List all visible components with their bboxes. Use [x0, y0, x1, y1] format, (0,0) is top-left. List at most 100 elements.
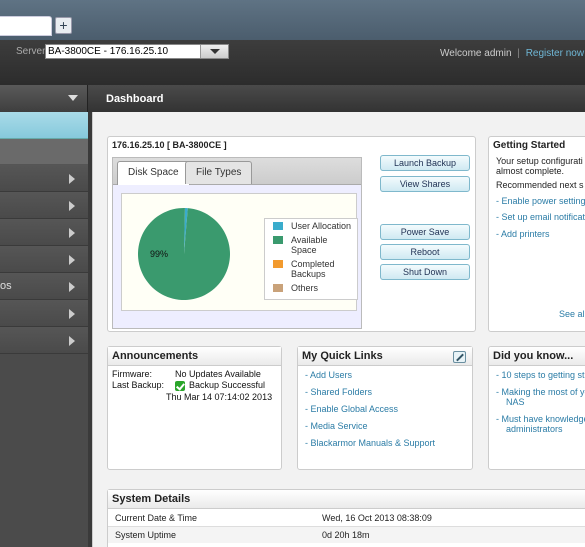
pie-data-label: 99%: [150, 249, 168, 259]
success-check-icon: [175, 381, 185, 391]
legend-item: Completed Backups: [269, 259, 353, 279]
announcements-title: Announcements: [108, 347, 281, 366]
legend-label: Completed Backups: [291, 259, 335, 279]
legend-item: Others: [269, 283, 353, 293]
server-panel: 176.16.25.10 [ BA-3800CE ] Disk Space Fi…: [107, 136, 476, 332]
sidebar: os: [0, 112, 88, 547]
sidebar-item[interactable]: [0, 246, 88, 273]
chevron-right-icon: [69, 228, 75, 238]
shut-down-button[interactable]: Shut Down: [380, 264, 470, 280]
welcome-text: Welcome admin: [440, 48, 512, 59]
sidebar-item-active[interactable]: [0, 112, 88, 139]
title-bar: Dashboard: [0, 85, 585, 112]
chevron-right-icon: [69, 309, 75, 319]
legend-item: User Allocation: [269, 221, 353, 231]
chart-legend: User Allocation Available Space Completed …: [264, 218, 358, 300]
sidebar-item[interactable]: os: [0, 273, 88, 300]
legend-swatch: [273, 284, 283, 292]
row-value: Wed, 16 Oct 2013 08:38:09: [322, 513, 432, 523]
see-all-link[interactable]: See all: [559, 309, 585, 319]
dyk-link-knowledge[interactable]: - Must have knowledge: [496, 414, 585, 424]
quick-links-title: My Quick Links: [298, 347, 472, 366]
quick-link-global-access[interactable]: - Enable Global Access: [305, 404, 398, 414]
sidebar-subitem[interactable]: [0, 139, 88, 165]
chevron-right-icon: [69, 174, 75, 184]
recommended-text: Recommended next s: [496, 180, 584, 190]
table-row: Current Date & Time Wed, 16 Oct 2013 08:…: [108, 510, 585, 526]
sidebar-header[interactable]: [0, 85, 88, 112]
getting-started-title: Getting Started: [493, 140, 566, 151]
row-value: 0d 20h 18m: [322, 530, 370, 540]
sidebar-item[interactable]: [0, 165, 88, 192]
getting-started-line: almost complete.: [496, 166, 565, 176]
firmware-value: No Updates Available: [175, 369, 261, 379]
browser-tab-strip: +: [0, 0, 585, 40]
tab-strip: Disk Space File Types: [113, 158, 361, 185]
new-tab-button[interactable]: +: [55, 17, 72, 34]
quick-link-shared-folders[interactable]: - Shared Folders: [305, 387, 372, 397]
chevron-right-icon: [69, 282, 75, 292]
did-you-know-title: Did you know...: [489, 347, 585, 366]
getting-started-text: Your setup configurati almost complete. …: [496, 156, 585, 190]
dyk-link-administrators[interactable]: administrators: [506, 424, 563, 434]
dyk-link-nas[interactable]: NAS: [506, 397, 525, 407]
welcome-area: Welcome admin | Register now: [440, 48, 584, 59]
system-details-panel: System Details Current Date & Time Wed, …: [107, 489, 585, 547]
view-shares-button[interactable]: View Shares: [380, 176, 470, 192]
announcements-panel: Announcements Firmware: No Updates Avail…: [107, 346, 282, 470]
getting-started-panel: Getting Started Your setup configurati a…: [488, 136, 585, 332]
tab-file-types[interactable]: File Types: [185, 161, 253, 184]
system-details-title: System Details: [108, 490, 585, 509]
link-power-setting[interactable]: - Enable power setting: [496, 196, 585, 206]
server-label: Server:: [16, 46, 49, 57]
pie-chart: 99%: [138, 208, 231, 300]
page-title: Dashboard: [106, 93, 164, 105]
server-panel-title: 176.16.25.10 [ BA-3800CE ]: [112, 140, 227, 150]
legend-swatch: [273, 260, 283, 268]
sidebar-item[interactable]: [0, 300, 88, 327]
legend-label: Available Space: [291, 235, 328, 255]
last-backup-label: Last Backup:: [112, 380, 165, 390]
sidebar-item[interactable]: [0, 192, 88, 219]
app-header: Server: BA-3800CE - 176.16.25.10 Welcome…: [0, 40, 585, 85]
power-save-button[interactable]: Power Save: [380, 224, 470, 240]
register-link[interactable]: Register now: [526, 48, 584, 59]
collapse-chevron-icon[interactable]: [68, 95, 78, 101]
legend-swatch: [273, 236, 283, 244]
tab-disk-space[interactable]: Disk Space: [117, 161, 190, 185]
server-select-value: BA-3800CE - 176.16.25.10: [48, 46, 169, 57]
legend-label: Others: [291, 283, 319, 293]
link-add-printers[interactable]: - Add printers: [496, 229, 550, 239]
reboot-button[interactable]: Reboot: [380, 244, 470, 260]
storage-tabbox: Disk Space File Types 99% User Allocatio…: [112, 157, 362, 329]
disk-space-chart: 99% User Allocation Available Space Comple…: [121, 193, 358, 311]
edit-icon[interactable]: [453, 351, 466, 363]
dyk-link-10-steps[interactable]: - 10 steps to getting st: [496, 370, 585, 380]
sidebar-item[interactable]: [0, 219, 88, 246]
dyk-link-making-most[interactable]: - Making the most of yo: [496, 387, 585, 397]
dashboard-content: 176.16.25.10 [ BA-3800CE ] Disk Space Fi…: [92, 112, 585, 547]
server-select[interactable]: BA-3800CE - 176.16.25.10: [45, 44, 229, 59]
legend-label: User Allocation: [291, 221, 352, 231]
quick-link-add-users[interactable]: - Add Users: [305, 370, 352, 380]
sidebar-item-label: os: [0, 280, 12, 292]
quick-links-panel: My Quick Links - Add Users - Shared Fold…: [297, 346, 473, 470]
last-backup-date: Thu Mar 14 07:14:02 2013: [166, 392, 273, 402]
quick-link-media-service[interactable]: - Media Service: [305, 421, 368, 431]
browser-tab[interactable]: [0, 16, 52, 36]
firmware-label: Firmware:: [112, 369, 152, 379]
launch-backup-button[interactable]: Launch Backup: [380, 155, 470, 171]
quick-link-manuals[interactable]: - Blackarmor Manuals & Support: [305, 438, 435, 448]
legend-swatch: [273, 222, 283, 230]
chevron-right-icon: [69, 201, 75, 211]
legend-item: Available Space: [269, 235, 353, 255]
separator: |: [517, 48, 520, 59]
chevron-down-icon[interactable]: [200, 45, 228, 58]
row-key: System Uptime: [115, 530, 177, 540]
chevron-right-icon: [69, 255, 75, 265]
getting-started-line: Your setup configurati: [496, 156, 583, 166]
link-email-notification[interactable]: - Set up email notificat: [496, 212, 585, 222]
chevron-right-icon: [69, 336, 75, 346]
sidebar-item[interactable]: [0, 327, 88, 354]
row-key: Current Date & Time: [115, 513, 198, 523]
